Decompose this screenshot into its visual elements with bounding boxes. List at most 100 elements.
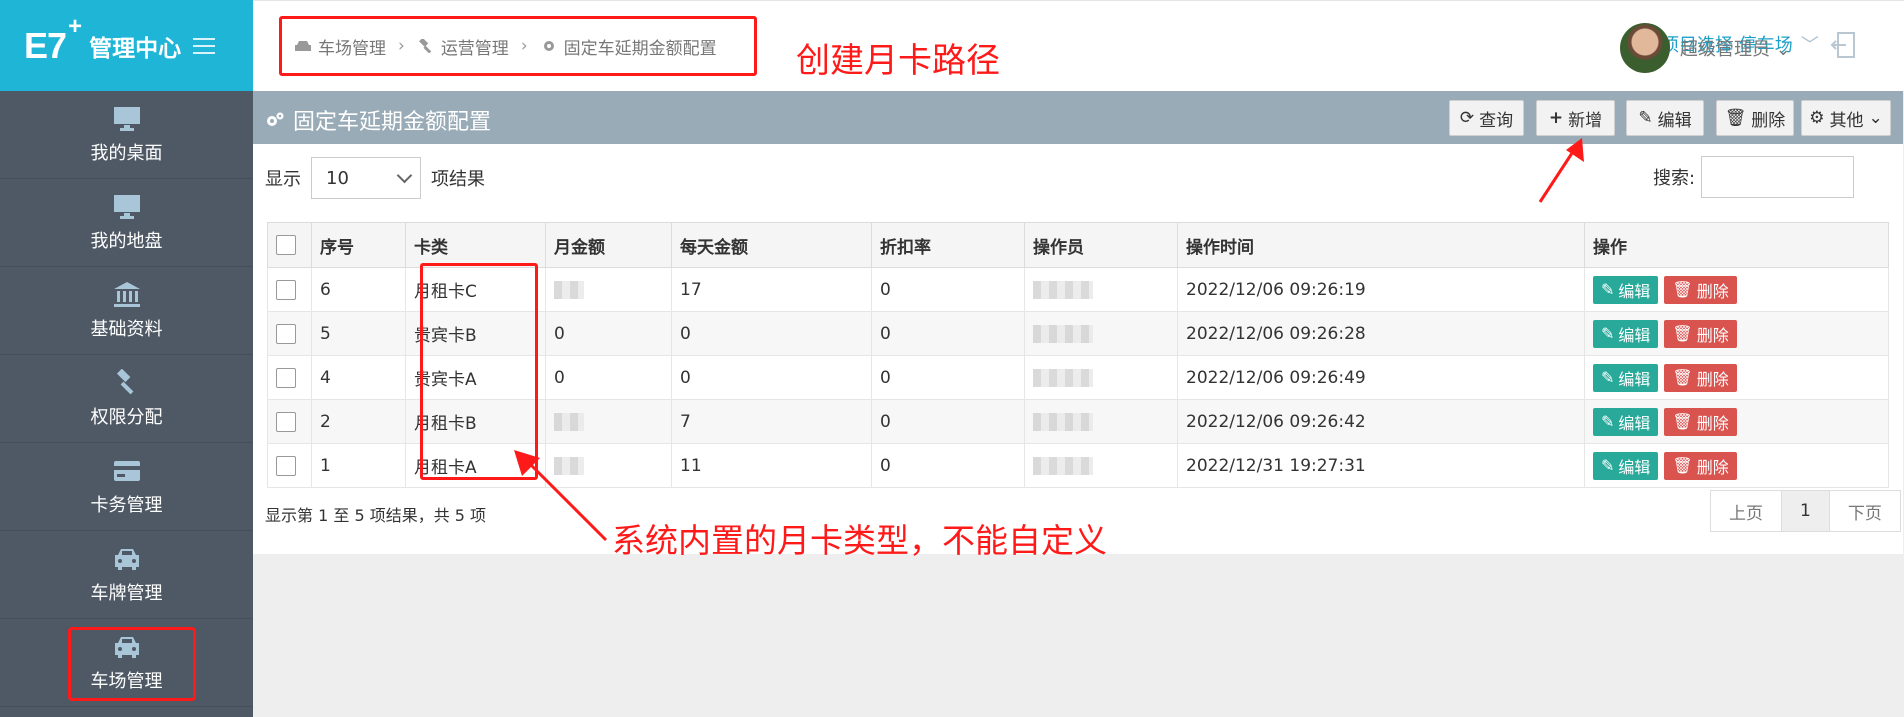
row-delete-label: 删除 <box>1696 281 1729 301</box>
cell-no: 2 <box>311 399 406 444</box>
select-all-checkbox[interactable] <box>276 235 296 255</box>
cell-operator <box>1024 355 1178 400</box>
redacted-value <box>1033 324 1093 343</box>
edit-label: 编辑 <box>1657 110 1692 131</box>
sidebar-item-label: 车场管理 <box>90 670 163 692</box>
add-label: 新增 <box>1568 110 1603 131</box>
redacted-value <box>1033 280 1093 299</box>
row-delete-button[interactable]: 🗑 删除 <box>1664 319 1737 348</box>
page-size-value: 10 <box>326 167 349 189</box>
sidebar-item-permissions[interactable]: 权限分配 <box>0 355 253 443</box>
column-header[interactable]: 月金额 <box>545 222 672 268</box>
breadcrumb-separator: › <box>398 36 405 56</box>
row-edit-button[interactable]: ✎ 编辑 <box>1593 319 1659 348</box>
panel-header: 固定车延期金额配置 ⟳ 查询 + 新增 ✎ 编辑 🗑 删除 ⚙ 其他 ⌄ <box>253 91 1903 144</box>
row-edit-label: 编辑 <box>1618 369 1651 389</box>
row-edit-button[interactable]: ✎ 编辑 <box>1593 451 1659 480</box>
gavel-icon <box>418 39 432 53</box>
gear-icon <box>543 41 554 51</box>
row-edit-button[interactable]: ✎ 编辑 <box>1593 407 1659 436</box>
other-button[interactable]: ⚙ 其他 ⌄ <box>1801 100 1891 136</box>
table-info: 显示第 1 至 5 项结果，共 5 项 <box>265 506 487 525</box>
trash-icon: 🗑 <box>1672 324 1693 343</box>
row-edit-button[interactable]: ✎ 编辑 <box>1593 275 1659 304</box>
page-size-select[interactable]: 10 <box>311 157 421 199</box>
menu-toggle-icon[interactable] <box>193 37 216 54</box>
next-page-button[interactable]: 下页 <box>1828 490 1901 532</box>
chevron-down-icon: ﹀ <box>1800 35 1819 56</box>
row-delete-button[interactable]: 🗑 删除 <box>1664 363 1737 392</box>
row-edit-label: 编辑 <box>1618 413 1651 433</box>
highlight-card-type-box <box>420 263 538 480</box>
edit-button[interactable]: ✎ 编辑 <box>1626 100 1704 136</box>
sidebar-item-basic-data[interactable]: 基础资料 <box>0 267 253 355</box>
sidebar-item-territory[interactable]: 我的地盘 <box>0 179 253 267</box>
pencil-icon: ✎ <box>1601 324 1615 343</box>
annotation-top: 创建月卡路径 <box>796 41 1000 81</box>
sidebar-item-desktop[interactable]: 我的桌面 <box>0 91 253 179</box>
column-header: 操作 <box>1584 222 1889 268</box>
prev-page-button[interactable]: 上页 <box>1710 490 1782 532</box>
user-menu[interactable]: 超级管理员 ⌄ <box>1680 35 1791 61</box>
cell-time: 2022/12/06 09:26:49 <box>1177 355 1585 400</box>
chevron-down-icon: ⌄ <box>1868 108 1883 128</box>
column-header[interactable]: 操作员 <box>1024 222 1178 268</box>
gears-icon <box>267 112 284 126</box>
gear-icon: ⚙ <box>1809 108 1825 128</box>
redacted-value <box>1033 412 1093 431</box>
sidebar-item-parking-management[interactable]: 车场管理 <box>0 619 253 707</box>
column-header[interactable]: 折扣率 <box>871 222 1025 268</box>
breadcrumb: 车场管理 › 运营管理 › 固定车延期金额配置 <box>279 16 757 76</box>
row-checkbox[interactable] <box>276 323 296 344</box>
panel-title: 固定车延期金额配置 <box>265 104 491 136</box>
row-delete-button[interactable]: 🗑 删除 <box>1664 275 1737 304</box>
breadcrumb-item[interactable]: 运营管理 <box>441 34 509 59</box>
cell-discount: 0 <box>871 399 1025 444</box>
column-header[interactable]: 序号 <box>311 222 406 268</box>
show-label: 显示 <box>265 169 301 190</box>
row-delete-label: 删除 <box>1696 413 1729 433</box>
sidebar-item-label: 权限分配 <box>90 406 163 428</box>
chevron-down-icon: ⌄ <box>1775 39 1791 60</box>
cell-discount: 0 <box>871 311 1025 356</box>
row-delete-button[interactable]: 🗑 删除 <box>1664 407 1737 436</box>
sidebar-item-card-management[interactable]: 卡务管理 <box>0 443 253 531</box>
column-header[interactable]: 操作时间 <box>1177 222 1585 268</box>
row-checkbox[interactable] <box>276 455 296 476</box>
redacted-value <box>554 280 584 299</box>
trash-icon: 🗑 <box>1672 280 1693 299</box>
chevron-down-icon <box>396 167 413 184</box>
sidebar-item-label: 车牌管理 <box>90 582 163 604</box>
row-edit-button[interactable]: ✎ 编辑 <box>1593 363 1659 392</box>
avatar[interactable] <box>1620 23 1670 73</box>
column-header[interactable]: 每天金额 <box>671 222 872 268</box>
delete-button[interactable]: 🗑 删除 <box>1716 100 1794 136</box>
logo-mark-text: E7 <box>24 24 67 66</box>
top-bar: 车场管理 › 运营管理 › 固定车延期金额配置 创建月卡路径 项目选择 停车场 … <box>253 0 1904 91</box>
other-label: 其他 <box>1829 110 1864 131</box>
row-checkbox[interactable] <box>276 367 296 388</box>
breadcrumb-item[interactable]: 车场管理 <box>318 34 386 59</box>
row-delete-button[interactable]: 🗑 删除 <box>1664 451 1737 480</box>
column-header[interactable]: 卡类 <box>405 222 546 268</box>
sidebar-item-plate-management[interactable]: 车牌管理 <box>0 531 253 619</box>
search-control: 搜索: <box>1653 156 1855 198</box>
row-checkbox[interactable] <box>276 279 296 300</box>
cell-no: 6 <box>311 267 406 312</box>
query-button[interactable]: ⟳ 查询 <box>1449 100 1524 136</box>
pencil-icon: ✎ <box>1601 412 1615 431</box>
page-length-control: 显示 10 项结果 <box>265 157 485 199</box>
cell-operator <box>1024 443 1178 488</box>
add-button[interactable]: + 新增 <box>1536 100 1615 136</box>
logout-icon[interactable] <box>1830 31 1856 59</box>
current-page-button[interactable]: 1 <box>1781 490 1830 532</box>
redacted-value <box>1033 456 1093 475</box>
search-input[interactable] <box>1701 156 1855 198</box>
table-header-row: 序号 卡类 月金额 每天金额 折扣率 操作员 操作时间 操作 <box>267 222 1889 268</box>
refresh-icon: ⟳ <box>1459 108 1475 128</box>
cell-no: 4 <box>311 355 406 400</box>
pencil-icon: ✎ <box>1601 368 1615 387</box>
row-checkbox[interactable] <box>276 411 296 432</box>
search-label: 搜索: <box>1653 168 1696 189</box>
breadcrumb-item[interactable]: 固定车延期金额配置 <box>564 34 717 59</box>
